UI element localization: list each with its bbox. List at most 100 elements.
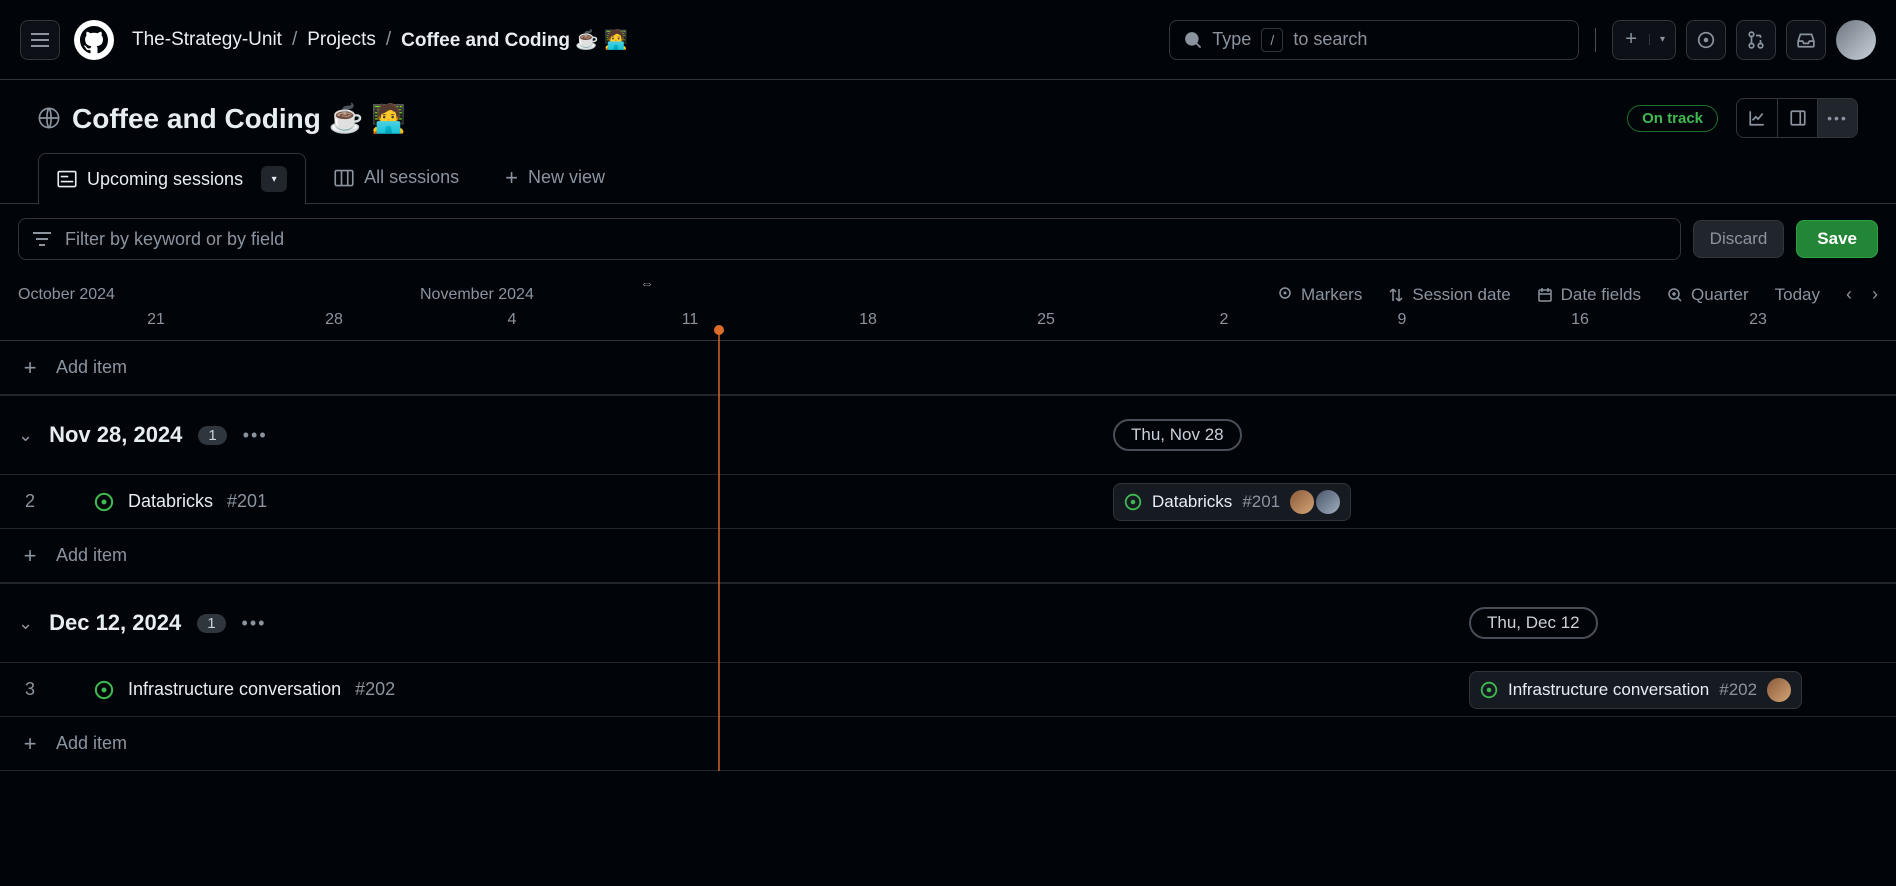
card-reference: #202 [1719,680,1757,700]
tab-all-sessions[interactable]: All sessions [316,155,477,200]
timeline-controls: October 2024 November 2024 Markers Sessi… [0,274,1896,305]
tab-label: Upcoming sessions [87,169,243,190]
more-options-button[interactable]: ••• [1817,99,1857,137]
search-shortcut-key: / [1261,28,1283,52]
group-menu-button[interactable]: ••• [243,425,268,446]
add-item-label: Add item [56,357,127,378]
date-tick: 16 [1571,311,1589,329]
github-logo[interactable] [74,20,114,60]
group-menu-button[interactable]: ••• [242,613,267,634]
issue-open-icon [1480,681,1498,699]
save-button[interactable]: Save [1796,220,1878,258]
breadcrumb-projects[interactable]: Projects [307,29,376,51]
drag-handle-icon[interactable]: ⇔ [640,275,654,291]
group-title: Dec 12, 2024 [49,610,181,636]
chevron-down-icon[interactable]: ⌄ [18,425,33,446]
today-line [718,333,720,771]
filter-placeholder: Filter by keyword or by field [65,229,284,250]
search-icon [1184,31,1202,49]
discard-button[interactable]: Discard [1693,220,1785,258]
globe-icon [38,107,60,129]
pull-requests-button[interactable] [1736,20,1776,60]
issues-button[interactable] [1686,20,1726,60]
project-title-text: Coffee and Coding ☕ 🧑‍💻 [72,102,406,135]
marker-icon [1277,287,1293,303]
tab-label: New view [528,167,605,188]
insights-button[interactable] [1737,99,1777,137]
menu-button[interactable] [20,20,60,60]
item-reference: #201 [227,491,267,512]
timeline-item-row: 2 Databricks #201 Databricks #201 [0,475,1896,529]
date-tick: 11 [682,311,699,329]
breadcrumb-current[interactable]: Coffee and Coding ☕ 🧑‍💻 [401,28,628,52]
board-icon [334,168,354,188]
project-header: Coffee and Coding ☕ 🧑‍💻 On track ••• [0,80,1896,138]
sort-icon [1388,287,1404,303]
breadcrumb-separator: / [292,29,297,51]
date-fields-control[interactable]: Date fields [1537,285,1641,305]
item-title[interactable]: Infrastructure conversation [128,679,341,700]
kebab-icon: ••• [1827,110,1848,126]
breadcrumb-org[interactable]: The-Strategy-Unit [132,29,282,51]
marker-label: Thu, Nov 28 [1131,425,1224,444]
view-toggle-group: ••• [1736,98,1858,138]
group-header: ⌄ Dec 12, 2024 1 ••• Thu, Dec 12 [0,583,1896,663]
control-label: Session date [1412,285,1510,305]
issue-open-icon [1124,493,1142,511]
date-header-row: 21 28 4 11 18 25 2 9 16 23 ⇔ [0,305,1896,341]
plus-icon: + [505,165,518,191]
tab-upcoming-sessions[interactable]: Upcoming sessions ▾ [38,153,306,204]
item-title[interactable]: Databricks [128,491,213,512]
tab-dropdown-button[interactable]: ▾ [261,166,287,192]
date-tick: 21 [147,311,165,329]
search-input[interactable]: Type / to search [1169,20,1579,60]
breadcrumb: The-Strategy-Unit / Projects / Coffee an… [132,28,628,52]
project-title: Coffee and Coding ☕ 🧑‍💻 [38,102,406,135]
assignee-avatar[interactable] [1767,678,1791,702]
markers-control[interactable]: Markers [1277,285,1362,305]
group-title: Nov 28, 2024 [49,422,182,448]
timeline-card[interactable]: Infrastructure conversation #202 [1469,671,1802,709]
caret-down-icon: ▾ [1649,34,1675,45]
chevron-down-icon[interactable]: ⌄ [18,613,33,634]
inbox-icon [1797,31,1815,49]
view-tabs: Upcoming sessions ▾ All sessions + New v… [0,138,1896,204]
sort-control[interactable]: Session date [1388,285,1510,305]
add-item-row[interactable]: +Add item [0,717,1896,771]
timeline-card[interactable]: Databricks #201 [1113,483,1351,521]
group-count-badge: 1 [197,614,225,633]
next-button[interactable]: › [1872,284,1878,305]
zoom-control[interactable]: Quarter [1667,285,1749,305]
date-tick: 9 [1398,311,1407,329]
date-marker[interactable]: Thu, Dec 12 [1469,607,1598,639]
panel-button[interactable] [1777,99,1817,137]
user-avatar[interactable] [1836,20,1876,60]
new-view-button[interactable]: + New view [487,153,623,203]
add-item-label: Add item [56,733,127,754]
card-title: Databricks [1152,492,1232,512]
search-post-text: to search [1293,29,1367,50]
item-reference: #202 [355,679,395,700]
add-item-row[interactable]: + Add item [0,341,1896,395]
inbox-button[interactable] [1786,20,1826,60]
hamburger-icon [31,33,49,47]
card-reference: #201 [1242,492,1280,512]
search-pre-text: Type [1212,29,1251,50]
plus-icon: + [18,355,42,381]
filter-input[interactable]: Filter by keyword or by field [18,218,1681,260]
prev-button[interactable]: ‹ [1846,284,1852,305]
create-new-button[interactable]: +▾ [1612,20,1676,60]
breadcrumb-separator: / [386,29,391,51]
today-button[interactable]: Today [1775,285,1820,305]
assignee-avatar[interactable] [1290,490,1314,514]
timeline-body: + Add item ⌄ Nov 28, 2024 1 ••• Thu, Nov … [0,341,1896,771]
date-marker[interactable]: Thu, Nov 28 [1113,419,1242,451]
month-label-nov: November 2024 [420,286,534,304]
status-badge[interactable]: On track [1627,105,1718,132]
assignee-avatar[interactable] [1316,490,1340,514]
add-item-row[interactable]: +Add item [0,529,1896,583]
issue-open-icon [94,492,114,512]
group-count-badge: 1 [198,426,226,445]
date-tick: 28 [325,311,343,329]
card-title: Infrastructure conversation [1508,680,1709,700]
